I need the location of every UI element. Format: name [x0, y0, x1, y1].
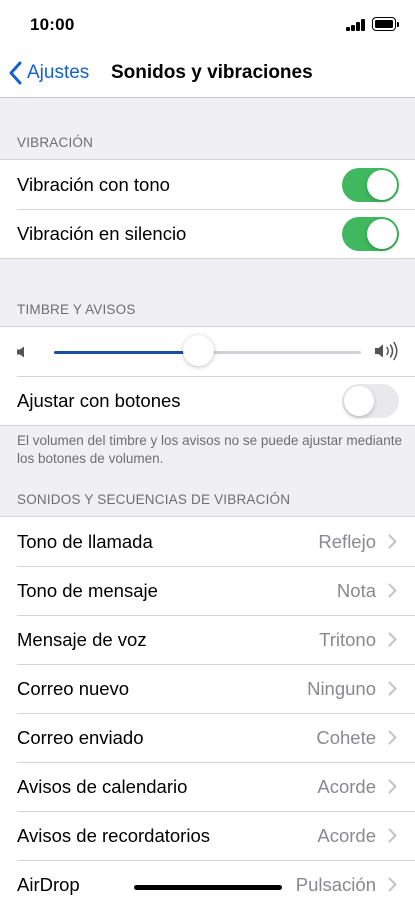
row-value: Nota: [336, 579, 376, 601]
row-label: Tono de mensaje: [17, 579, 158, 601]
sound-row-new-mail[interactable]: Correo nuevo Ninguno: [0, 664, 415, 713]
vibration-ring-row: Vibración con tono: [0, 160, 415, 209]
row-label: Correo enviado: [17, 726, 144, 748]
sound-row-airdrop[interactable]: AirDrop Pulsación: [0, 860, 415, 900]
adjust-with-buttons-row: Ajustar con botones: [0, 376, 415, 425]
row-label: AirDrop: [17, 873, 80, 895]
cellular-signal-icon: [346, 19, 366, 31]
row-label: Vibración en silencio: [17, 222, 187, 244]
row-value: Tritono: [319, 628, 376, 650]
ringer-group: Ajustar con botones: [0, 326, 415, 426]
page-title: Sonidos y vibraciones: [111, 62, 313, 83]
status-bar: 10:00: [0, 0, 415, 48]
speaker-high-icon: [375, 341, 398, 361]
vibration-group: Vibración con tono Vibración en silencio: [0, 159, 415, 259]
chevron-right-icon: [388, 632, 397, 647]
sound-row-ringtone[interactable]: Tono de llamada Reflejo: [0, 517, 415, 566]
chevron-left-icon: [9, 61, 22, 85]
row-label: Avisos de recordatorios: [17, 824, 210, 846]
back-label: Ajustes: [27, 62, 90, 83]
speaker-low-icon: [17, 346, 24, 358]
volume-slider-thumb[interactable]: [182, 335, 214, 366]
row-label: Tono de llamada: [17, 530, 153, 552]
chevron-right-icon: [388, 779, 397, 794]
sound-row-voicemail[interactable]: Mensaje de voz Tritono: [0, 615, 415, 664]
sound-row-text-tone[interactable]: Tono de mensaje Nota: [0, 566, 415, 615]
row-value: Cohete: [316, 726, 376, 748]
row-value: Ninguno: [307, 677, 376, 699]
battery-icon: [372, 17, 399, 31]
vibration-silent-row: Vibración en silencio: [0, 209, 415, 258]
chevron-right-icon: [388, 828, 397, 843]
row-label: Vibración con tono: [17, 173, 170, 195]
row-label: Correo nuevo: [17, 677, 130, 699]
row-value: Pulsación: [295, 873, 376, 895]
status-time: 10:00: [30, 15, 75, 34]
navigation-bar: Ajustes Sonidos y vibraciones: [0, 48, 415, 98]
row-value: Reflejo: [318, 530, 376, 552]
row-label: Ajustar con botones: [17, 389, 181, 411]
vibration-ring-toggle[interactable]: [342, 167, 399, 202]
sound-row-sent-mail[interactable]: Correo enviado Cohete: [0, 713, 415, 762]
vibration-silent-toggle[interactable]: [342, 216, 399, 251]
home-indicator[interactable]: [134, 885, 282, 890]
chevron-right-icon: [388, 681, 397, 696]
row-label: Avisos de calendario: [17, 775, 188, 797]
section-header-sounds: SONIDOS Y SECUENCIAS DE VIBRACIÓN: [17, 492, 291, 507]
row-value: Acorde: [317, 824, 376, 846]
chevron-right-icon: [388, 583, 397, 598]
section-header-ringer: TIMBRE Y AVISOS: [17, 302, 136, 317]
ringer-footer-note: El volumen del timbre y los avisos no se…: [17, 433, 402, 466]
chevron-right-icon: [388, 877, 397, 892]
adjust-with-buttons-toggle[interactable]: [342, 383, 399, 418]
chevron-right-icon: [388, 534, 397, 549]
row-label: Mensaje de voz: [17, 628, 147, 650]
volume-slider-fill: [54, 351, 199, 354]
chevron-right-icon: [388, 730, 397, 745]
section-header-vibration: VIBRACIÓN: [17, 135, 94, 150]
sounds-group: Tono de llamada Reflejo Tono de mensaje …: [0, 516, 415, 900]
sound-row-reminder-alerts[interactable]: Avisos de recordatorios Acorde: [0, 811, 415, 860]
volume-slider-row: [0, 327, 415, 376]
row-value: Acorde: [317, 775, 376, 797]
back-button[interactable]: Ajustes: [8, 59, 89, 87]
sound-row-calendar-alerts[interactable]: Avisos de calendario Acorde: [0, 762, 415, 811]
